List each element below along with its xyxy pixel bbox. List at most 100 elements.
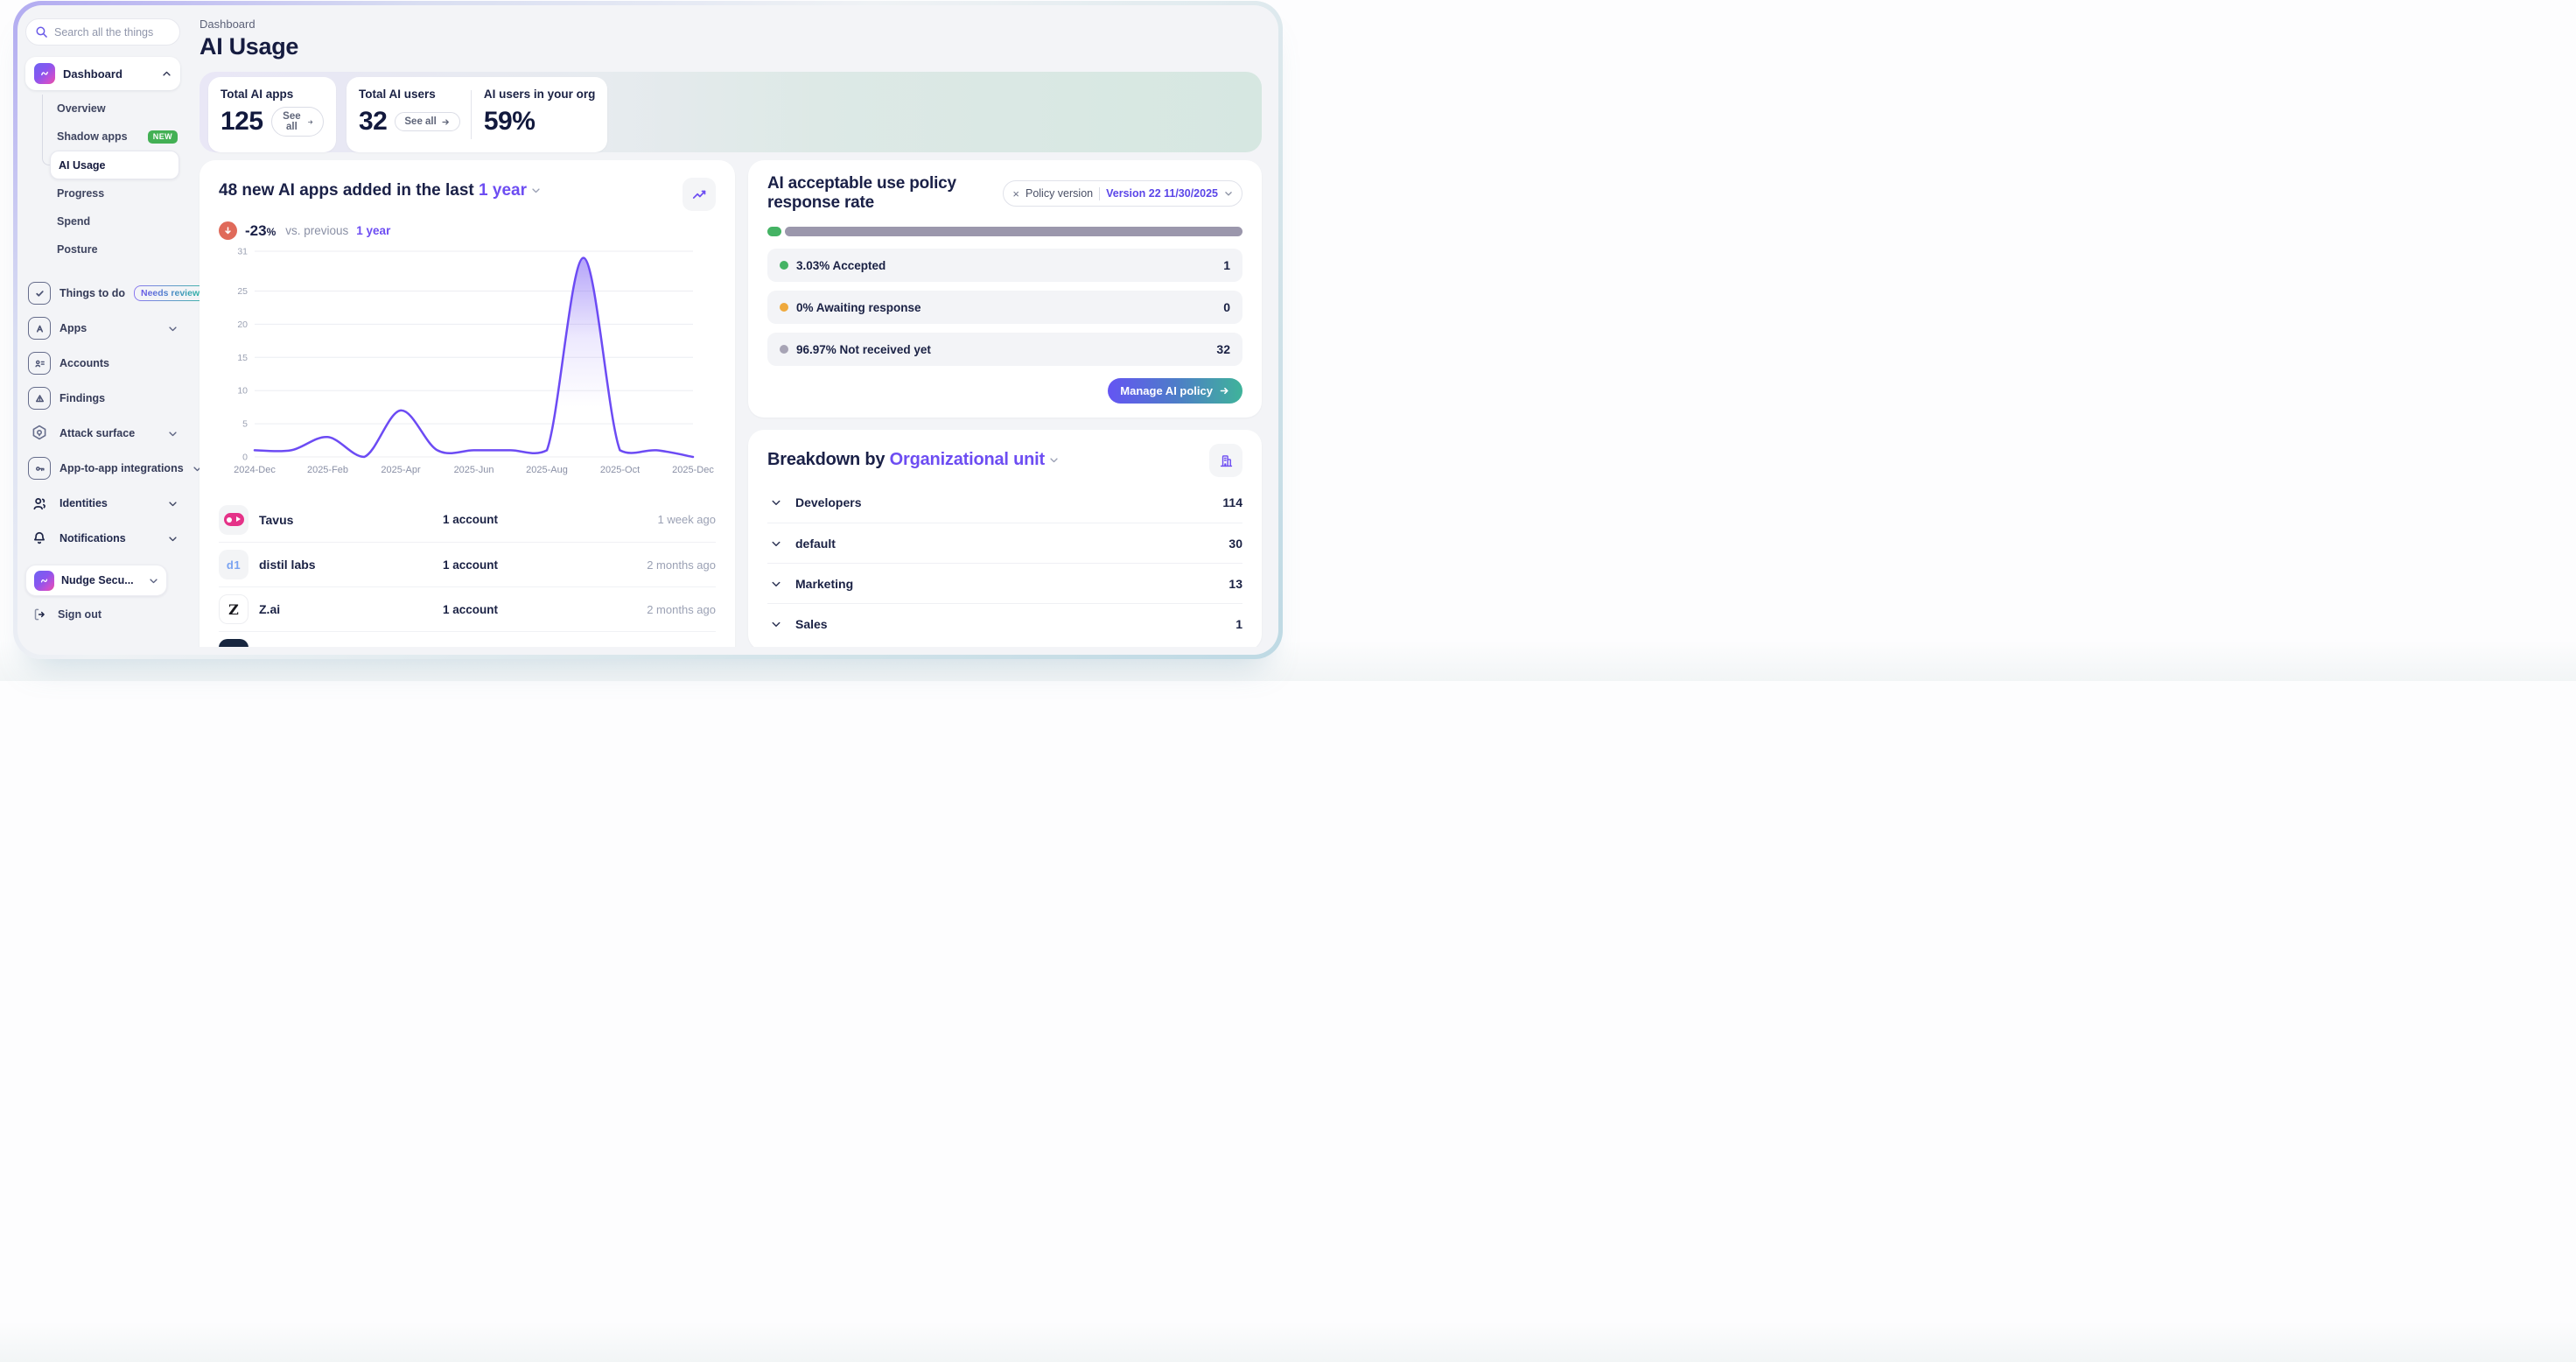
chevron-down-icon[interactable]: [771, 579, 781, 589]
accepted-dot-icon: [780, 261, 788, 270]
main-content: Dashboard AI Usage Total AI apps 125 See…: [189, 5, 1278, 647]
progress-segment: [785, 227, 1242, 236]
app-row-z-ai[interactable]: Z Z.ai 1 account 2 months ago: [219, 586, 716, 631]
svg-text:15: 15: [237, 353, 248, 363]
policy-version-filter-chip[interactable]: × Policy version Version 22 11/30/2025: [1003, 180, 1242, 207]
building-icon: [1218, 453, 1235, 469]
policy-card-title: AI acceptable use policy response rate: [767, 174, 1003, 213]
app-row-clipped[interactable]: D” Udio 1 account 2 months ago: [219, 631, 716, 647]
chevron-down-icon[interactable]: [771, 619, 781, 629]
sidebar-item-spend[interactable]: Spend: [25, 207, 180, 235]
chevron-down-icon[interactable]: [771, 538, 781, 549]
breakdown-row-marketing[interactable]: Marketing 13: [767, 563, 1242, 603]
ai-users-org-value: 59%: [484, 107, 536, 137]
ai-apps-line-chart: 0510152025312024-Dec2025-Feb2025-Apr2025…: [219, 245, 716, 478]
total-ai-apps-label: Total AI apps: [220, 88, 324, 101]
sidebar-item-notifications[interactable]: Notifications: [25, 521, 180, 556]
org-name: Nudge Secu...: [61, 574, 134, 586]
chevron-down-icon: [168, 429, 178, 439]
delta-value: -23: [245, 222, 267, 239]
period-dropdown[interactable]: 1 year: [479, 181, 541, 200]
sidebar-item-posture[interactable]: Posture: [25, 235, 180, 263]
svg-text:2025-Oct: 2025-Oct: [600, 465, 640, 475]
manage-ai-policy-button[interactable]: Manage AI policy: [1108, 378, 1242, 404]
sidebar-item-identities[interactable]: Identities: [25, 486, 180, 521]
bell-icon: [28, 530, 51, 547]
policy-response-card: AI acceptable use policy response rate ×…: [748, 160, 1262, 418]
breakdown-card: Breakdown by Organizational unit: [748, 430, 1262, 647]
accepted-count: 1: [1223, 258, 1230, 272]
identities-label: Identities: [60, 497, 108, 509]
see-all-apps-button[interactable]: See all: [271, 107, 324, 137]
distil-labs-logo-icon: d1: [219, 550, 248, 579]
awaiting-dot-icon: [780, 303, 788, 312]
global-search[interactable]: [25, 18, 180, 46]
trending-up-icon: [691, 186, 708, 203]
chart-plot: 0510152025312024-Dec2025-Feb2025-Apr2025…: [219, 245, 716, 478]
warning-triangle-icon: [28, 387, 51, 410]
sidebar-item-apps[interactable]: Apps: [25, 311, 180, 346]
org-logo-icon: [34, 571, 54, 591]
total-ai-users-value: 32: [359, 107, 387, 137]
see-all-users-button[interactable]: See all: [395, 112, 459, 131]
chevron-up-icon: [162, 69, 172, 79]
sidebar-item-things-to-do[interactable]: Things to do Needs review: [25, 276, 180, 311]
ai-usage-label: AI Usage: [59, 159, 106, 172]
svg-text:0: 0: [242, 453, 248, 463]
spend-label: Spend: [57, 215, 90, 228]
sign-out-button[interactable]: Sign out: [25, 607, 180, 622]
chart-title: 48 new AI apps added in the last 1 year: [219, 181, 541, 200]
delta-row: -23% vs. previous 1 year: [219, 221, 716, 240]
ai-users-org-label: AI users in your org: [484, 88, 598, 101]
hexagon-scan-icon: [28, 423, 51, 444]
new-badge: NEW: [148, 130, 178, 144]
total-ai-users-block: Total AI users 32 See all: [359, 88, 460, 142]
svg-text:10: 10: [237, 386, 248, 397]
total-ai-apps-card: Total AI apps 125 See all: [208, 77, 336, 152]
app-row-tavus[interactable]: Tavus 1 account 1 week ago: [219, 497, 716, 542]
total-ai-users-card: Total AI users 32 See all AI users in yo…: [346, 77, 607, 152]
breakdown-dimension-dropdown[interactable]: Organizational unit: [890, 450, 1060, 469]
sidebar-item-attack-surface[interactable]: Attack surface: [25, 416, 180, 451]
attack-surface-label: Attack surface: [60, 427, 135, 439]
chevron-down-icon[interactable]: [771, 497, 781, 508]
progress-segment: [767, 227, 781, 236]
app-row-distil-labs[interactable]: d1 distil labs 1 account 2 months ago: [219, 542, 716, 586]
sidebar-item-dashboard[interactable]: Dashboard: [25, 57, 180, 90]
not-received-count: 32: [1216, 342, 1230, 356]
chevron-down-icon: [168, 499, 178, 509]
sidebar-item-ai-usage[interactable]: AI Usage: [50, 151, 179, 179]
breadcrumb: Dashboard: [200, 18, 1262, 31]
arrow-right-icon: [1219, 385, 1230, 397]
not-received-dot-icon: [780, 345, 788, 354]
chart-type-button[interactable]: [682, 178, 716, 211]
sign-out-label: Sign out: [58, 608, 102, 621]
breakdown-row-default[interactable]: default 30: [767, 523, 1242, 563]
svg-text:20: 20: [237, 319, 248, 330]
posture-label: Posture: [57, 243, 98, 256]
org-unit-view-button[interactable]: [1209, 444, 1242, 477]
findings-label: Findings: [60, 392, 105, 404]
search-input[interactable]: [54, 26, 171, 39]
sidebar-item-findings[interactable]: Findings: [25, 381, 180, 416]
org-switcher[interactable]: Nudge Secu...: [25, 565, 167, 596]
sidebar-item-progress[interactable]: Progress: [25, 179, 180, 207]
tavus-logo-icon: [219, 505, 248, 535]
sidebar: Dashboard Overview Shadow apps NEW AI Us…: [18, 5, 189, 655]
delta-period[interactable]: 1 year: [356, 224, 390, 237]
sidebar-item-app-to-app-integrations[interactable]: App-to-app integrations: [25, 451, 180, 486]
divider: [1099, 187, 1100, 200]
awaiting-response-row: 0% Awaiting response 0: [767, 291, 1242, 324]
search-icon: [35, 25, 48, 39]
total-ai-apps-value: 125: [220, 107, 263, 137]
sidebar-item-accounts[interactable]: Accounts: [25, 346, 180, 381]
person-arrows-icon: [28, 495, 51, 513]
svg-text:2025-Feb: 2025-Feb: [307, 465, 348, 475]
app-window-frame: Dashboard Overview Shadow apps NEW AI Us…: [13, 1, 1283, 659]
progress-label: Progress: [57, 187, 104, 200]
breakdown-row-developers[interactable]: Developers 114: [767, 482, 1242, 523]
close-icon[interactable]: ×: [1012, 188, 1019, 200]
sidebar-sections: Things to do Needs review Apps: [25, 276, 180, 556]
tree-connector: [42, 95, 50, 165]
breakdown-row-sales[interactable]: Sales 1: [767, 603, 1242, 643]
